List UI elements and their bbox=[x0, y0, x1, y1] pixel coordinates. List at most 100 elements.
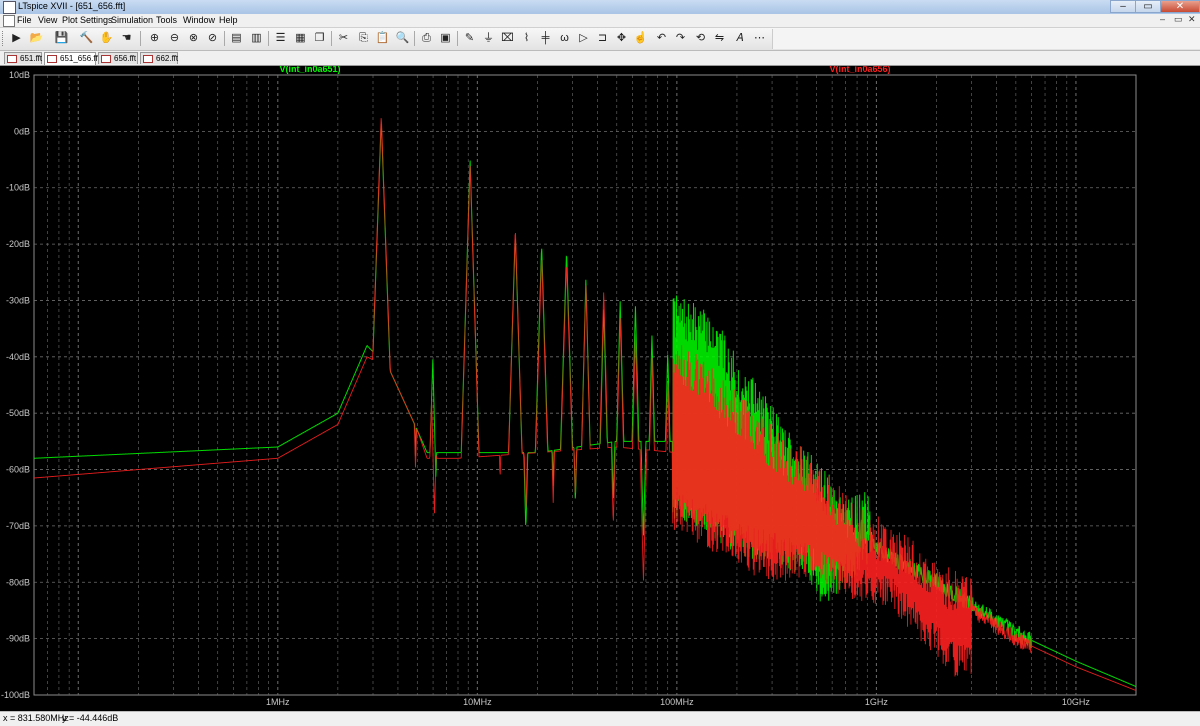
x-tick-label: 100MHz bbox=[660, 697, 694, 707]
halt-icon[interactable]: ✋ bbox=[98, 30, 115, 47]
close-button[interactable]: ✕ bbox=[1160, 0, 1200, 13]
ground-icon[interactable]: ⏚ bbox=[480, 30, 497, 47]
x-axis-labels: 1MHz 10MHz 100MHz 1GHz 10GHz bbox=[266, 697, 1090, 707]
save-icon[interactable]: 💾 bbox=[53, 30, 70, 47]
tab-strip: 651.fft 651_656.fft 656.fft 662.fft bbox=[0, 51, 1200, 66]
status-bar: x = 831.580MHz y = -44.446dB bbox=[0, 711, 1200, 726]
x-tick-label: 10GHz bbox=[1062, 697, 1091, 707]
tab-662[interactable]: 662.fft bbox=[140, 52, 178, 64]
menu-plot-settings[interactable]: Plot Settings bbox=[62, 15, 113, 25]
legend-trace-651[interactable]: V(int_in0a651) bbox=[279, 64, 340, 74]
paste-icon[interactable]: 📋 bbox=[374, 30, 391, 47]
menu-help[interactable]: Help bbox=[219, 15, 238, 25]
label-icon[interactable]: ⌧ bbox=[499, 30, 516, 47]
traces bbox=[33, 118, 1137, 691]
cursor-x-readout: x = 831.580MHz bbox=[3, 713, 69, 723]
capacitor-icon[interactable]: ╪ bbox=[537, 30, 554, 47]
toolbar-separator bbox=[224, 31, 225, 46]
menu-simulation[interactable]: Simulation bbox=[111, 15, 153, 25]
zoom-full-icon[interactable]: ⊗ bbox=[185, 30, 202, 47]
y-tick-label: -20dB bbox=[6, 239, 30, 249]
print-preview-icon[interactable]: ▣ bbox=[437, 30, 454, 47]
plot-window[interactable]: 10dB 0dB -10dB -20dB -30dB -40dB -50dB -60dB -70… bbox=[0, 64, 1200, 711]
autorange-icon[interactable]: ▤ bbox=[228, 30, 245, 47]
x-tick-label: 1MHz bbox=[266, 697, 290, 707]
copy-icon[interactable]: ⎘ bbox=[355, 30, 372, 47]
waveform-icon bbox=[101, 55, 111, 63]
resistor-icon[interactable]: ⌇ bbox=[518, 30, 535, 47]
title-bar: LTspice XVII - [651_656.fft] – ▭ ✕ bbox=[0, 0, 1200, 15]
cascade-icon[interactable]: ❐ bbox=[311, 30, 328, 47]
run-icon[interactable]: ▶ bbox=[8, 30, 25, 47]
tile-horizontal-icon[interactable]: ☰ bbox=[272, 30, 289, 47]
rotate-icon[interactable]: ⟲ bbox=[692, 30, 709, 47]
move-icon[interactable]: ✥ bbox=[613, 30, 630, 47]
document-icon[interactable] bbox=[3, 15, 15, 27]
fft-plot[interactable]: 10dB 0dB -10dB -20dB -30dB -40dB -50dB -60dB -70… bbox=[0, 64, 1200, 711]
y-tick-label: -90dB bbox=[6, 634, 30, 644]
y-tick-label: -80dB bbox=[6, 577, 30, 587]
print-icon[interactable]: ⎙ bbox=[418, 30, 435, 47]
text-icon[interactable]: 𝐴 bbox=[731, 30, 748, 47]
mirror-icon[interactable]: ⇋ bbox=[711, 30, 728, 47]
zoom-in-icon[interactable]: ⊕ bbox=[146, 30, 163, 47]
drag-icon[interactable]: ☝ bbox=[632, 30, 649, 47]
spice-directive-icon[interactable]: ⋯ bbox=[751, 30, 768, 47]
minimize-button[interactable]: – bbox=[1110, 0, 1136, 13]
cursor-y-readout: y = -44.446dB bbox=[62, 713, 119, 723]
y-tick-label: 10dB bbox=[9, 70, 30, 80]
toolbar-grip[interactable] bbox=[2, 31, 6, 46]
toolbar-separator bbox=[457, 31, 458, 46]
control-panel-icon[interactable]: 🔨 bbox=[78, 30, 95, 47]
autorange-y-icon[interactable]: ▥ bbox=[248, 30, 265, 47]
y-axis-labels: 10dB 0dB -10dB -20dB -30dB -40dB -50dB -60dB -70… bbox=[1, 70, 30, 700]
zoom-out-icon[interactable]: ⊖ bbox=[166, 30, 183, 47]
tile-vertical-icon[interactable]: ▦ bbox=[292, 30, 309, 47]
trace-int-in0a656 bbox=[33, 118, 1137, 691]
wire-icon[interactable]: ✎ bbox=[461, 30, 478, 47]
y-tick-label: -60dB bbox=[6, 465, 30, 475]
component-icon[interactable]: ⊐ bbox=[594, 30, 611, 47]
menu-view[interactable]: View bbox=[38, 15, 57, 25]
diode-icon[interactable]: ▷ bbox=[575, 30, 592, 47]
x-tick-label: 10MHz bbox=[463, 697, 492, 707]
toolbar-separator bbox=[414, 31, 415, 46]
tab-651-656[interactable]: 651_656.fft bbox=[44, 52, 100, 65]
x-tick-label: 1GHz bbox=[865, 697, 889, 707]
redo-icon[interactable]: ↷ bbox=[672, 30, 689, 47]
waveform-icon bbox=[143, 55, 153, 63]
waveform-icon bbox=[7, 55, 17, 63]
y-tick-label: -70dB bbox=[6, 521, 30, 531]
y-tick-label: -50dB bbox=[6, 408, 30, 418]
toolbar-separator bbox=[331, 31, 332, 46]
ltspice-icon bbox=[3, 1, 16, 14]
tab-656[interactable]: 656.fft bbox=[98, 52, 138, 64]
restore-button[interactable]: ▭ bbox=[1135, 0, 1161, 13]
find-icon[interactable]: 🔍 bbox=[394, 30, 411, 47]
toolbar-empty-area bbox=[772, 29, 1200, 49]
window-title: LTspice XVII - [651_656.fft] bbox=[18, 1, 126, 11]
y-tick-label: -100dB bbox=[1, 690, 30, 700]
legend-trace-656[interactable]: V(int_in0a656) bbox=[829, 64, 890, 74]
menu-bar: File View Plot Settings Simulation Tools… bbox=[0, 14, 1200, 28]
mdi-minimize-button[interactable]: – bbox=[1160, 14, 1165, 24]
pan-icon[interactable]: ☚ bbox=[118, 30, 135, 47]
undo-icon[interactable]: ↶ bbox=[653, 30, 670, 47]
open-icon[interactable]: 📂 bbox=[28, 30, 45, 47]
waveform-icon bbox=[47, 55, 57, 63]
menu-tools[interactable]: Tools bbox=[156, 15, 177, 25]
zoom-cancel-icon[interactable]: ⊘ bbox=[204, 30, 221, 47]
cut-icon[interactable]: ✂ bbox=[335, 30, 352, 47]
mdi-close-button[interactable]: ✕ bbox=[1188, 14, 1196, 25]
y-tick-label: 0dB bbox=[14, 126, 30, 136]
toolbar-separator bbox=[268, 31, 269, 46]
inductor-icon[interactable]: ω bbox=[556, 30, 573, 47]
menu-window[interactable]: Window bbox=[183, 15, 215, 25]
toolbar-separator bbox=[140, 31, 141, 46]
tab-651[interactable]: 651.fft bbox=[4, 52, 42, 64]
y-tick-label: -10dB bbox=[6, 183, 30, 193]
mdi-restore-button[interactable]: ▭ bbox=[1174, 14, 1183, 25]
y-tick-label: -40dB bbox=[6, 352, 30, 362]
y-tick-label: -30dB bbox=[6, 295, 30, 305]
menu-file[interactable]: File bbox=[17, 15, 32, 25]
